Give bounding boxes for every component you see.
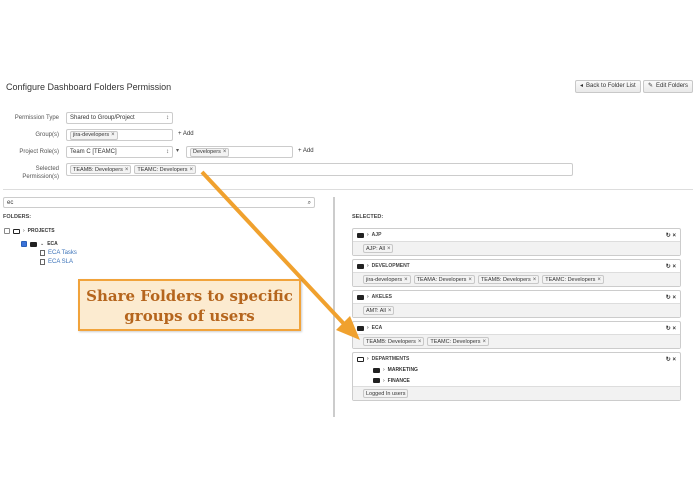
annotation-arrow bbox=[200, 170, 360, 340]
annotation-callout: Share Folders to specific groups of user… bbox=[78, 279, 301, 331]
